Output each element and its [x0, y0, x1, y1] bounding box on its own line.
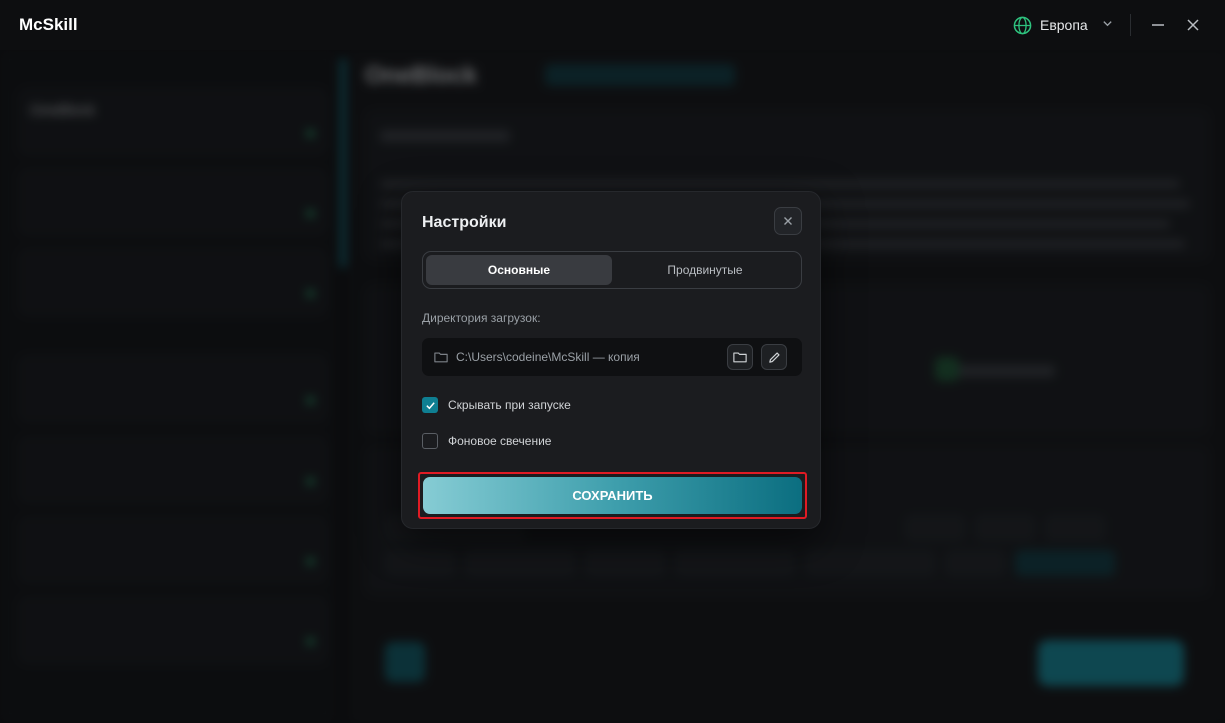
server-online	[302, 395, 314, 407]
option-background-glow[interactable]: Фоновое свечение	[422, 433, 551, 449]
server-item[interactable]	[18, 596, 328, 664]
minimize-icon	[1151, 18, 1165, 32]
app-title: McSkill	[19, 15, 78, 34]
save-button-highlight: СОХРАНИТЬ	[418, 472, 807, 519]
settings-dialog: Настройки Основные Продвинутые Директори…	[401, 191, 821, 529]
server-online	[302, 556, 314, 568]
hide-on-launch-checkbox[interactable]	[422, 397, 438, 413]
option-hide-on-launch[interactable]: Скрывать при запуске	[422, 397, 571, 413]
server-title: OneBlock	[365, 62, 478, 89]
chevron-down-icon	[1102, 18, 1113, 32]
hide-on-launch-label: Скрывать при запуске	[448, 398, 571, 412]
minimize-button[interactable]	[1145, 12, 1171, 38]
server-item[interactable]: OneBlock	[18, 88, 328, 156]
server-badge	[545, 64, 735, 86]
title-bar: McSkill Европа	[0, 0, 1225, 50]
background-glow-checkbox[interactable]	[422, 433, 438, 449]
server-item[interactable]	[18, 436, 328, 504]
edit-path-button[interactable]	[761, 344, 787, 370]
server-item[interactable]	[18, 248, 328, 316]
titlebar-divider	[1130, 14, 1131, 36]
server-sidebar: OneBlock	[0, 50, 335, 723]
globe-icon	[1013, 16, 1032, 35]
pencil-icon	[768, 351, 781, 364]
server-online	[302, 128, 314, 140]
check-icon	[425, 400, 436, 411]
server-online	[302, 288, 314, 300]
server-online	[302, 476, 314, 488]
dialog-title: Настройки	[422, 214, 507, 231]
close-icon	[783, 216, 793, 226]
tab-advanced[interactable]: Продвинутые	[612, 255, 798, 285]
sidebar-scrollbar[interactable]	[340, 58, 346, 268]
server-name: OneBlock	[30, 102, 96, 119]
play-button[interactable]	[1038, 640, 1184, 686]
close-icon	[1186, 18, 1200, 32]
region-label: Европа	[1040, 17, 1088, 33]
save-button[interactable]: СОХРАНИТЬ	[423, 477, 802, 514]
settings-tabs: Основные Продвинутые	[422, 251, 802, 289]
folder-icon	[733, 351, 747, 363]
server-online	[302, 208, 314, 220]
server-item[interactable]	[18, 355, 328, 423]
close-window-button[interactable]	[1180, 12, 1206, 38]
browse-folder-button[interactable]	[727, 344, 753, 370]
server-item[interactable]	[18, 168, 328, 236]
download-dir-value: C:\Users\codeine\McSkill — копия	[456, 350, 640, 364]
server-online	[302, 636, 314, 648]
download-dir-label: Директория загрузок:	[422, 311, 541, 325]
tab-general[interactable]: Основные	[426, 255, 612, 285]
region-selector[interactable]: Европа	[1013, 14, 1113, 36]
download-dir-field[interactable]: C:\Users\codeine\McSkill — копия	[422, 338, 802, 376]
folder-icon	[434, 351, 448, 363]
server-item[interactable]	[18, 516, 328, 584]
background-glow-label: Фоновое свечение	[448, 434, 552, 448]
dialog-close-button[interactable]	[774, 207, 802, 235]
